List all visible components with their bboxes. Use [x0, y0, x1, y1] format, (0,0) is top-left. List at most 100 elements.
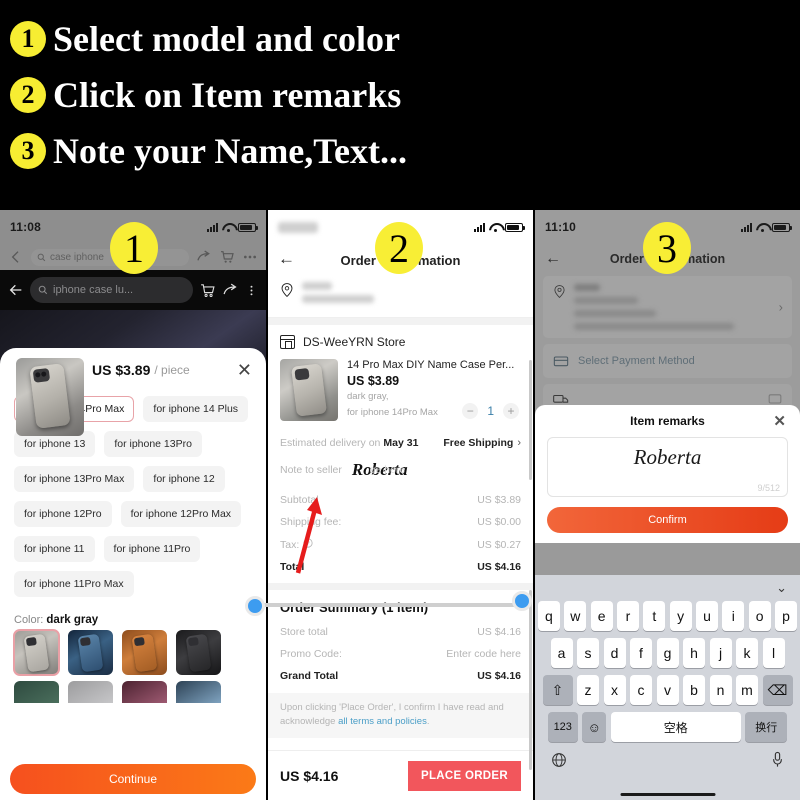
- place-order-button[interactable]: PLACE ORDER: [407, 760, 521, 791]
- option-row: for iphone 12Pro for iphone 12Pro Max: [14, 501, 252, 527]
- key-r[interactable]: r: [617, 601, 639, 631]
- option-chip[interactable]: for iphone 14 Plus: [143, 396, 249, 422]
- more-vertical-icon[interactable]: [245, 282, 258, 299]
- option-chip[interactable]: for iphone 12Pro Max: [120, 501, 242, 527]
- emoji-key[interactable]: ☺: [582, 712, 607, 742]
- back-icon[interactable]: ←: [545, 250, 561, 268]
- share-icon[interactable]: [196, 249, 212, 265]
- close-icon[interactable]: ✕: [773, 414, 786, 429]
- chevron-right-icon: ›: [778, 299, 783, 315]
- key-y[interactable]: y: [669, 601, 692, 631]
- terms-link[interactable]: all terms and policies: [338, 716, 427, 727]
- back-arrow-icon[interactable]: [8, 282, 24, 298]
- key-u[interactable]: u: [696, 601, 718, 631]
- key-b[interactable]: b: [683, 675, 705, 705]
- order-item-row[interactable]: 14 Pro Max DIY Name Case Per... US $3.89…: [268, 355, 533, 429]
- store-row[interactable]: DS-WeeYRN Store: [268, 325, 533, 355]
- summary-row[interactable]: Promo Code: Enter code here: [268, 643, 533, 665]
- option-chip[interactable]: for iphone 11: [14, 536, 95, 562]
- continue-button[interactable]: Continue: [10, 764, 256, 794]
- option-chip[interactable]: for iphone 11Pro: [103, 536, 201, 562]
- key-f[interactable]: f: [630, 638, 652, 668]
- delivery-row[interactable]: Estimated delivery on May 31 Free Shippi…: [268, 429, 533, 453]
- globe-icon[interactable]: [551, 752, 567, 768]
- option-chip[interactable]: for iphone 13Pro: [104, 431, 202, 457]
- select-payment-method-row[interactable]: Select Payment Method: [543, 344, 792, 378]
- key-t[interactable]: t: [643, 601, 666, 631]
- color-swatch[interactable]: [122, 630, 167, 675]
- color-swatch[interactable]: [68, 630, 113, 675]
- key-w[interactable]: w: [564, 601, 587, 631]
- key-p[interactable]: p: [775, 601, 797, 631]
- key-m[interactable]: m: [736, 675, 758, 705]
- key-d[interactable]: d: [603, 638, 626, 668]
- numbers-key[interactable]: 123: [547, 712, 578, 742]
- backspace-key[interactable]: ⌫: [762, 675, 793, 705]
- keyboard-collapse-button[interactable]: ⌄: [535, 575, 800, 601]
- signal-icon: [741, 222, 752, 232]
- remarks-textarea[interactable]: Roberta 9/512: [547, 437, 788, 497]
- step-text: Note your Name,Text...: [53, 131, 407, 171]
- quantity-increase-button[interactable]: +: [503, 403, 519, 419]
- back-icon[interactable]: ←: [278, 250, 295, 267]
- key-v[interactable]: v: [656, 675, 679, 705]
- scrollbar-thumb[interactable]: [529, 360, 532, 480]
- search-input[interactable]: iphone case lu...: [30, 277, 193, 303]
- cart-icon[interactable]: [219, 249, 235, 265]
- phone-screenshots-row: 11:08 case iphone iphone case lu... US $…: [0, 210, 800, 800]
- terms-notice: Upon clicking 'Place Order', I confirm I…: [268, 693, 533, 738]
- color-swatch[interactable]: [14, 681, 59, 703]
- color-swatch[interactable]: [176, 630, 221, 675]
- key-a[interactable]: a: [550, 638, 573, 668]
- shipping-address-row[interactable]: [268, 276, 533, 318]
- key-z[interactable]: z: [577, 675, 599, 705]
- note-to-seller-row[interactable]: Note to seller Roberta ge here: [268, 453, 533, 489]
- key-c[interactable]: c: [630, 675, 652, 705]
- quantity-decrease-button[interactable]: −: [462, 403, 479, 419]
- color-swatch[interactable]: [176, 681, 221, 703]
- instruction-banner: 1 : Select model and color 2 : Click on …: [0, 0, 800, 210]
- product-thumbnail[interactable]: [16, 358, 84, 436]
- key-i[interactable]: i: [722, 601, 745, 631]
- more-icon[interactable]: [242, 249, 258, 265]
- key-q[interactable]: q: [538, 601, 560, 631]
- instruction-step-1: 1 : Select model and color: [10, 18, 400, 60]
- space-key[interactable]: 空格: [610, 712, 741, 742]
- option-chip[interactable]: for iphone 12: [143, 466, 225, 492]
- address-line: [574, 297, 638, 304]
- confirm-button[interactable]: Confirm: [547, 507, 788, 533]
- shift-key[interactable]: ⇧: [542, 675, 573, 705]
- scrollbar-thumb[interactable]: [529, 590, 532, 770]
- cart-icon[interactable]: [199, 282, 216, 299]
- key-l[interactable]: l: [762, 638, 785, 668]
- key-g[interactable]: g: [656, 638, 679, 668]
- shipping-address-card[interactable]: ›: [543, 276, 792, 338]
- back-icon[interactable]: [8, 249, 24, 265]
- payment-icon: [553, 356, 569, 367]
- microphone-icon[interactable]: [771, 751, 784, 768]
- promo-code-link[interactable]: Enter code here: [446, 648, 521, 660]
- phone-case-graphic: [291, 363, 327, 417]
- key-x[interactable]: x: [603, 675, 626, 705]
- option-chip[interactable]: for iphone 13Pro Max: [14, 466, 135, 492]
- key-e[interactable]: e: [590, 601, 613, 631]
- key-s[interactable]: s: [577, 638, 599, 668]
- keyboard-row-2: asdfghjkl: [535, 638, 800, 668]
- summary-label: Store total: [280, 626, 328, 638]
- quantity-stepper: − 1 +: [462, 403, 519, 419]
- color-swatch[interactable]: [122, 681, 167, 703]
- color-swatch[interactable]: [68, 681, 113, 703]
- key-h[interactable]: h: [683, 638, 705, 668]
- ghost-search-text: case iphone: [50, 251, 104, 263]
- close-icon[interactable]: ✕: [237, 361, 252, 379]
- key-o[interactable]: o: [748, 601, 771, 631]
- return-key[interactable]: 换行: [745, 712, 788, 742]
- key-j[interactable]: j: [709, 638, 732, 668]
- share-icon[interactable]: [222, 282, 239, 299]
- key-n[interactable]: n: [709, 675, 732, 705]
- color-swatch-selected[interactable]: [13, 629, 60, 676]
- option-chip[interactable]: for iphone 11Pro Max: [14, 571, 134, 597]
- key-k[interactable]: k: [736, 638, 758, 668]
- option-chip[interactable]: for iphone 12Pro: [14, 501, 112, 527]
- modal-title: Item remarks: [630, 414, 705, 428]
